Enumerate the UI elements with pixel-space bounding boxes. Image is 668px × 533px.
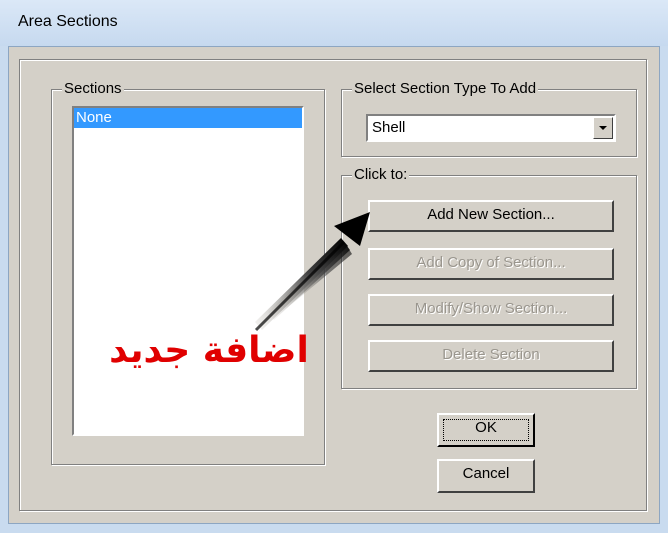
annotation-label: اضافة جديد bbox=[109, 330, 309, 371]
annotation-arrow-icon bbox=[254, 212, 370, 332]
dialog-window: Area Sections Sections None Select Secti… bbox=[0, 0, 668, 533]
